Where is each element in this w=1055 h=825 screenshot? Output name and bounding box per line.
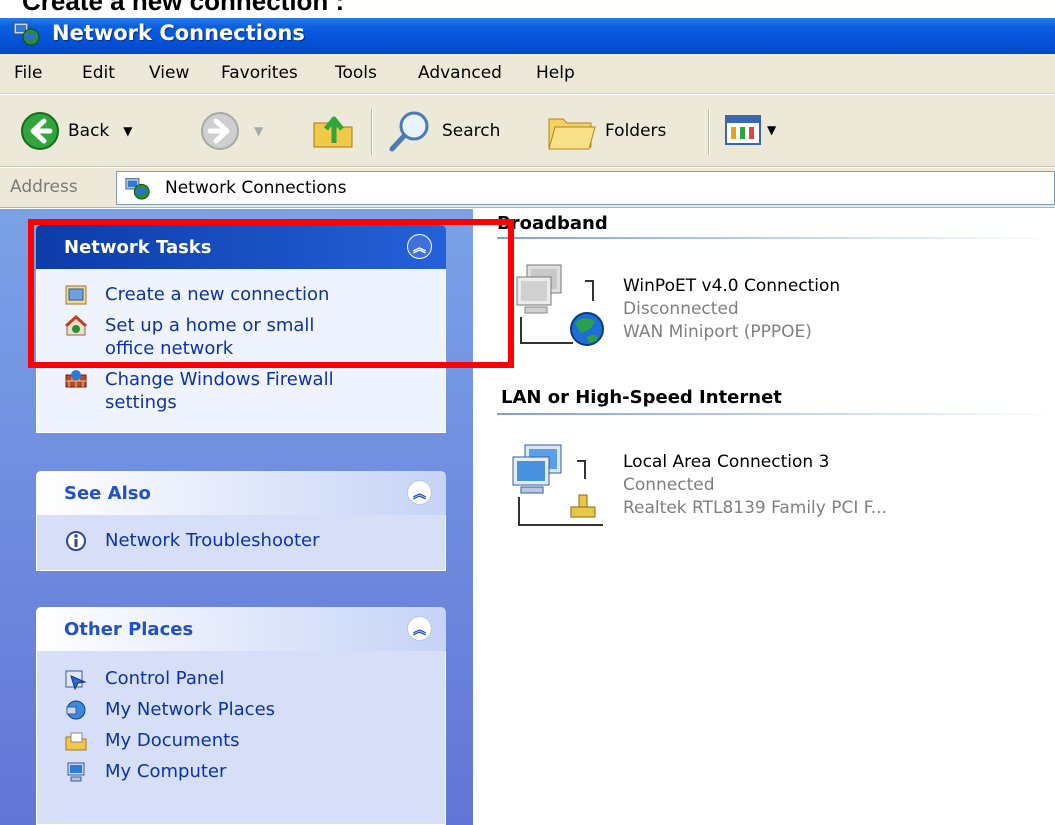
connection-device: WAN Miniport (PPPOE) — [623, 322, 812, 342]
toolbar-separator — [371, 109, 373, 155]
forward-button[interactable]: ▼ — [200, 111, 263, 151]
info-icon — [66, 531, 86, 551]
firewall-icon — [65, 370, 87, 388]
place-my-computer[interactable]: My Computer — [37, 756, 445, 787]
network-tasks-panel: Network Tasks ︽ Create a new connection … — [36, 225, 446, 433]
see-also-title: See Also — [64, 483, 151, 504]
connection-local-area-3[interactable]: Local Area Connection 3 Connected Realte… — [507, 439, 967, 539]
see-also-body: Network Troubleshooter — [36, 515, 446, 571]
group-divider — [497, 413, 1055, 415]
title-bar: Network Connections — [0, 12, 1055, 54]
folders-icon — [548, 118, 596, 150]
home-network-icon — [65, 315, 87, 336]
folders-button[interactable]: Folders — [545, 109, 666, 153]
task-pane: Network Tasks ︽ Create a new connection … — [0, 209, 473, 825]
chevron-down-icon[interactable]: ▼ — [123, 124, 132, 138]
back-button[interactable]: Back ▼ — [20, 111, 133, 151]
menu-tools[interactable]: Tools — [335, 63, 377, 83]
toolbar: Back ▼ ▼ Search Folders ▼ — [0, 95, 1055, 167]
collapse-chevron-icon[interactable]: ︽ — [407, 234, 432, 259]
task-label: Set up a home or small office network — [105, 315, 315, 359]
group-lan-header: LAN or High-Speed Internet — [501, 387, 782, 408]
network-places-icon — [66, 700, 86, 720]
see-also-header[interactable]: See Also ︽ — [36, 471, 446, 515]
place-label: My Documents — [105, 730, 240, 751]
collapse-chevron-icon[interactable]: ︽ — [407, 616, 432, 641]
toolbar-separator — [708, 109, 710, 155]
menu-file[interactable]: File — [14, 63, 42, 83]
back-arrow-icon — [21, 112, 59, 150]
search-icon — [389, 111, 429, 152]
connections-list: Broadband WinPoET v4.0 Connection Discon… — [473, 209, 1055, 825]
chevron-down-icon: ▼ — [254, 124, 264, 138]
views-icon — [725, 115, 761, 145]
menu-bar: File Edit View Favorites Tools Advanced … — [0, 54, 1055, 94]
lan-connection-icon — [512, 444, 603, 526]
broadband-connection-icon — [516, 264, 604, 346]
up-folder-icon — [313, 116, 353, 148]
network-tasks-header[interactable]: Network Tasks ︽ — [36, 225, 446, 269]
task-network-troubleshooter[interactable]: Network Troubleshooter — [37, 525, 445, 556]
computer-icon — [67, 762, 85, 782]
address-bar: Address Network Connections — [0, 168, 1055, 208]
search-label: Search — [442, 121, 501, 141]
back-label: Back — [68, 121, 110, 141]
network-tasks-body: Create a new connection Set up a home or… — [36, 269, 446, 433]
connection-status: Disconnected — [623, 299, 739, 319]
task-firewall-settings[interactable]: Change Windows Firewall settings — [37, 364, 445, 418]
task-label: Change Windows Firewall settings — [105, 369, 334, 413]
group-broadband-header: Broadband — [497, 213, 608, 234]
address-value: Network Connections — [165, 178, 347, 198]
task-label: Network Troubleshooter — [105, 530, 320, 551]
place-control-panel[interactable]: Control Panel — [37, 661, 445, 694]
connection-status: Connected — [623, 475, 715, 495]
address-input[interactable]: Network Connections — [116, 171, 1055, 205]
task-home-network[interactable]: Set up a home or small office network — [37, 310, 445, 364]
address-label: Address — [10, 177, 78, 197]
menu-advanced[interactable]: Advanced — [418, 63, 502, 83]
other-places-header[interactable]: Other Places ︽ — [36, 607, 446, 651]
other-places-title: Other Places — [64, 619, 194, 640]
chevron-down-icon[interactable]: ▼ — [767, 123, 776, 137]
see-also-panel: See Also ︽ Network Troubleshooter — [36, 471, 446, 571]
connection-name: Local Area Connection 3 — [623, 452, 830, 472]
connection-device: Realtek RTL8139 Family PCI F... — [623, 498, 888, 518]
task-create-new-connection[interactable]: Create a new connection — [37, 279, 445, 310]
menu-edit[interactable]: Edit — [82, 63, 115, 83]
place-label: My Computer — [105, 761, 227, 782]
documents-icon — [65, 732, 87, 751]
forward-arrow-icon — [201, 112, 239, 150]
place-label: Control Panel — [105, 668, 225, 689]
menu-favorites[interactable]: Favorites — [221, 63, 298, 83]
place-label: My Network Places — [105, 699, 276, 720]
menu-help[interactable]: Help — [536, 63, 575, 83]
window-title: Network Connections — [52, 21, 305, 45]
folders-label: Folders — [605, 121, 667, 141]
other-places-body: Control Panel My Network Places My Docum… — [36, 651, 446, 825]
other-places-panel: Other Places ︽ Control Panel My Network … — [36, 607, 446, 825]
network-connections-icon — [125, 178, 150, 200]
network-tasks-title: Network Tasks — [64, 237, 212, 258]
up-folder-button[interactable] — [312, 109, 356, 151]
collapse-chevron-icon[interactable]: ︽ — [407, 480, 432, 505]
place-my-network-places[interactable]: My Network Places — [37, 694, 445, 725]
connection-name: WinPoET v4.0 Connection — [623, 276, 841, 296]
caption: Create a new connection : — [0, 0, 1055, 18]
menu-view[interactable]: View — [149, 63, 189, 83]
search-button[interactable]: Search — [388, 109, 500, 153]
new-connection-icon — [65, 285, 87, 305]
network-connections-icon — [13, 22, 40, 46]
task-label: Create a new connection — [105, 284, 330, 305]
place-my-documents[interactable]: My Documents — [37, 725, 445, 756]
control-panel-icon — [65, 670, 87, 690]
connection-winpoet[interactable]: WinPoET v4.0 Connection Disconnected WAN… — [513, 261, 933, 361]
group-divider — [497, 237, 1055, 239]
views-button[interactable]: ▼ — [725, 115, 776, 145]
